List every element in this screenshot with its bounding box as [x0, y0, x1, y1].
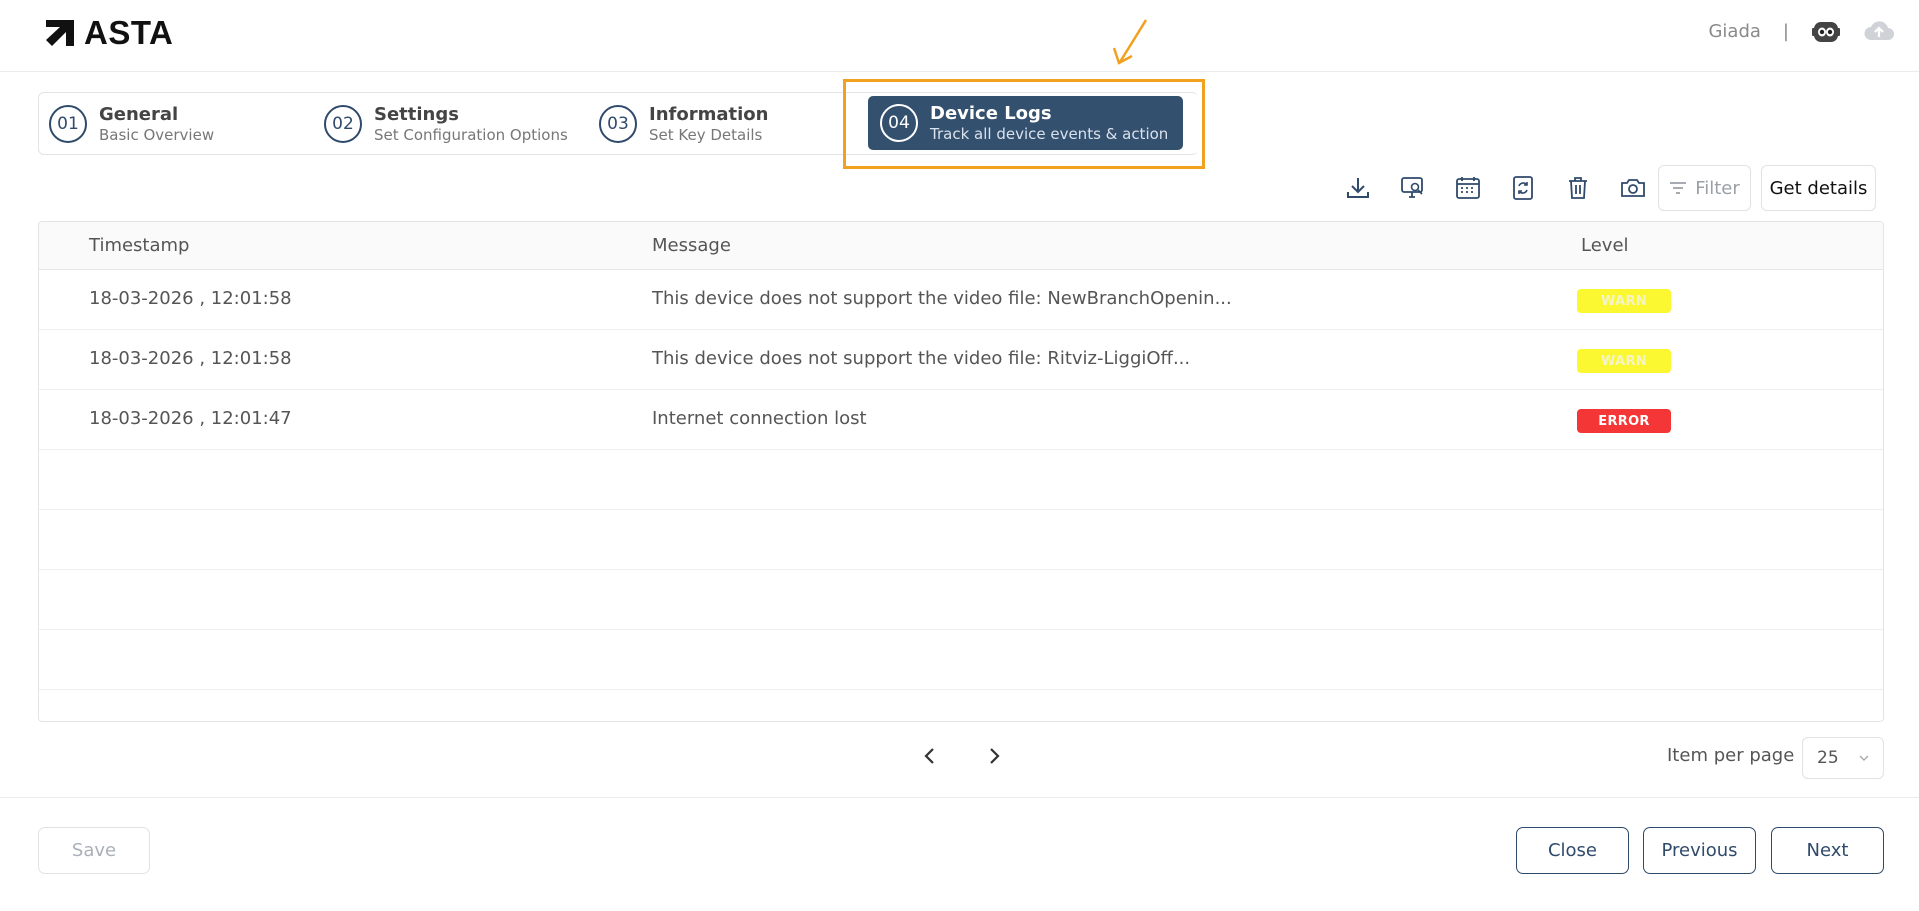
column-header-message[interactable]: Message	[652, 235, 731, 256]
items-per-page-value: 25	[1817, 748, 1839, 768]
log-timestamp: 18-03-2026 , 12:01:47	[89, 408, 292, 429]
step-device-logs[interactable]: 04 Device Logs Track all device events &…	[868, 96, 1183, 150]
chevron-left-icon	[924, 748, 934, 764]
step-settings[interactable]: 02 Settings Set Configuration Options	[324, 101, 568, 147]
step-subtitle: Track all device events & action	[930, 124, 1169, 143]
screenshot-button[interactable]	[1385, 165, 1440, 211]
table-row[interactable]: 18-03-2026 , 12:01:58 This device does n…	[39, 270, 1883, 330]
device-logs-table: Timestamp Message Level 18-03-2026 , 12:…	[38, 221, 1884, 722]
step-title: Settings	[374, 103, 459, 125]
step-number: 02	[324, 105, 362, 143]
chevron-right-icon	[990, 748, 1000, 764]
previous-button[interactable]: Previous	[1643, 827, 1756, 874]
delete-button[interactable]	[1550, 165, 1605, 211]
log-timestamp: 18-03-2026 , 12:01:58	[89, 348, 292, 369]
download-button[interactable]	[1330, 165, 1385, 211]
calendar-button[interactable]	[1440, 165, 1495, 211]
brand-logo[interactable]: ASTA	[44, 16, 173, 49]
cloud-upload-icon[interactable]	[1863, 18, 1895, 44]
pagination	[915, 738, 1009, 774]
app-header: ASTA Giada |	[0, 0, 1919, 72]
camera-button[interactable]	[1605, 165, 1660, 211]
trash-icon	[1568, 177, 1587, 199]
column-header-timestamp[interactable]: Timestamp	[89, 235, 189, 256]
table-header: Timestamp Message Level	[39, 222, 1883, 270]
empty-row	[39, 630, 1883, 690]
step-subtitle: Basic Overview	[99, 125, 215, 144]
log-message: This device does not support the video f…	[652, 288, 1232, 309]
items-per-page-label: Item per page	[1667, 745, 1795, 766]
log-timestamp: 18-03-2026 , 12:01:58	[89, 288, 292, 309]
level-badge: WARN	[1577, 349, 1671, 373]
brand-name: ASTA	[84, 14, 174, 51]
camera-icon	[1620, 179, 1645, 197]
annotation-arrow-icon	[1112, 19, 1148, 65]
step-number: 03	[599, 105, 637, 143]
step-general[interactable]: 01 General Basic Overview	[49, 101, 214, 147]
step-information[interactable]: 03 Information Set Key Details	[599, 101, 768, 147]
next-page-button[interactable]	[979, 738, 1009, 774]
robot-avatar-icon[interactable]	[1811, 16, 1841, 46]
next-button[interactable]: Next	[1771, 827, 1884, 874]
footer-divider	[0, 797, 1919, 798]
step-number: 04	[880, 104, 918, 142]
download-icon	[1346, 178, 1369, 198]
step-subtitle: Set Key Details	[649, 125, 763, 144]
empty-row	[39, 570, 1883, 630]
save-button[interactable]: Save	[38, 827, 150, 874]
step-number: 01	[49, 105, 87, 143]
empty-row	[39, 510, 1883, 570]
table-row[interactable]: 18-03-2026 , 12:01:47 Internet connectio…	[39, 390, 1883, 450]
filter-label: Filter	[1695, 177, 1740, 199]
monitor-screenshot-icon	[1400, 177, 1423, 198]
user-name[interactable]: Giada	[1708, 21, 1760, 42]
calendar-icon	[1455, 177, 1480, 199]
chevron-down-icon	[1859, 755, 1869, 761]
column-header-level[interactable]: Level	[1581, 235, 1629, 256]
previous-page-button[interactable]	[915, 738, 945, 774]
refresh-icon	[1512, 176, 1533, 200]
log-message: This device does not support the video f…	[652, 348, 1191, 369]
refresh-button[interactable]	[1495, 165, 1550, 211]
empty-row	[39, 450, 1883, 510]
filter-button[interactable]: Filter	[1658, 165, 1751, 211]
level-badge: ERROR	[1577, 409, 1671, 433]
close-button[interactable]: Close	[1516, 827, 1629, 874]
log-message: Internet connection lost	[652, 408, 867, 429]
user-area: Giada |	[1708, 16, 1895, 46]
filter-icon	[1670, 182, 1687, 194]
get-details-button[interactable]: Get details	[1761, 165, 1876, 211]
level-badge: WARN	[1577, 289, 1671, 313]
step-title: General	[99, 103, 179, 125]
items-per-page-select[interactable]: 25	[1802, 737, 1884, 779]
log-toolbar	[1330, 165, 1660, 211]
step-subtitle: Set Configuration Options	[374, 125, 568, 144]
arrow-logo-icon	[46, 19, 74, 46]
header-separator: |	[1782, 20, 1789, 42]
table-row[interactable]: 18-03-2026 , 12:01:58 This device does n…	[39, 330, 1883, 390]
step-title: Information	[649, 103, 769, 125]
step-title: Device Logs	[930, 102, 1052, 124]
